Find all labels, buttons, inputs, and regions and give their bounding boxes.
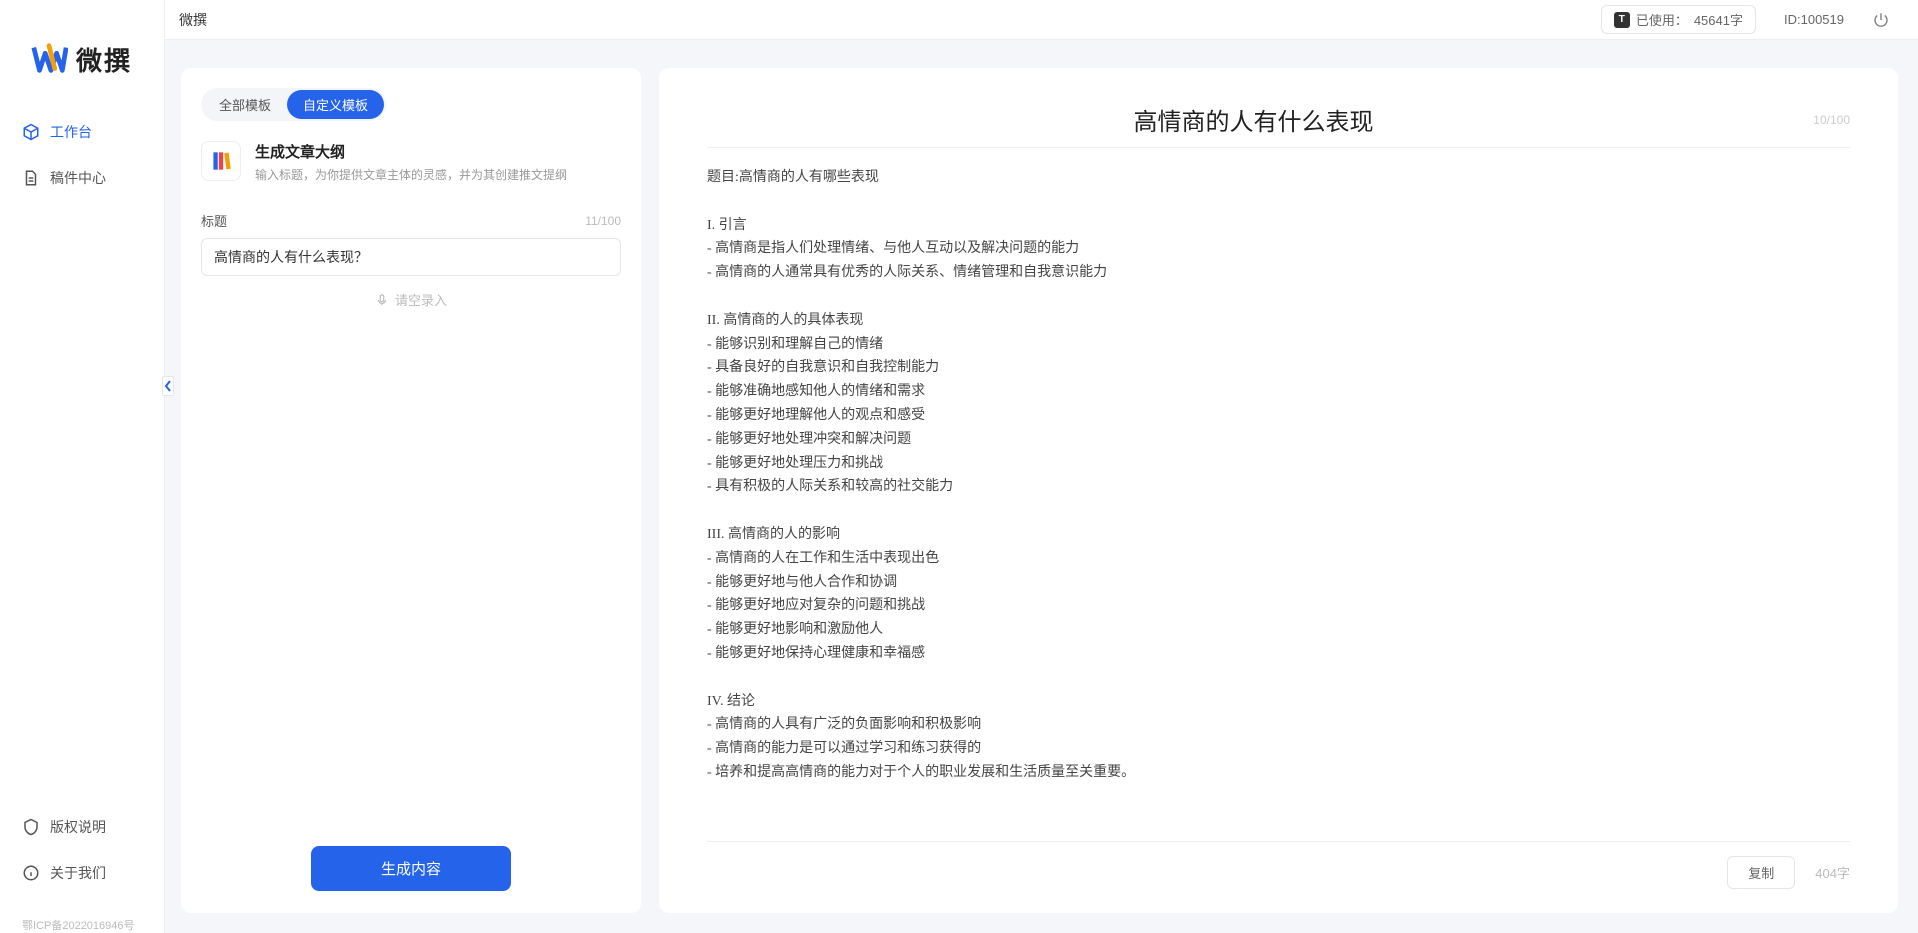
cube-icon <box>22 123 40 141</box>
sidebar-nav: 工作台 稿件中心 <box>0 114 164 206</box>
document-icon <box>22 169 40 187</box>
logo-icon <box>30 40 68 78</box>
input-panel: 全部模板 自定义模板 生成文章大纲 输入标题，为你提供文章主体的灵感，并为其创建… <box>181 68 641 913</box>
shield-icon <box>22 818 40 836</box>
usage-label: 已使用： <box>1636 10 1688 29</box>
sidebar-item-label: 关于我们 <box>50 863 106 883</box>
brand-name: 微撰 <box>76 41 132 78</box>
template-card: 生成文章大纲 输入标题，为你提供文章主体的灵感，并为其创建推文提纲 <box>201 141 621 183</box>
title-char-count: 11/100 <box>585 214 621 228</box>
books-icon <box>201 141 241 181</box>
sidebar-item-label: 工作台 <box>50 122 92 142</box>
sidebar: 微撰 工作台 稿件中心 版权说明 <box>0 0 165 933</box>
output-title: 高情商的人有什么表现 <box>707 102 1800 137</box>
topbar: 微撰 T 已使用： 45641字 ID:100519 <box>165 0 1918 40</box>
sidebar-item-label: 版权说明 <box>50 817 106 837</box>
usage-indicator[interactable]: T 已使用： 45641字 <box>1601 5 1756 34</box>
icp-text: 鄂ICP备2022016946号 <box>0 913 164 933</box>
title-field-label: 标题 <box>201 211 227 230</box>
user-id: ID:100519 <box>1784 12 1844 27</box>
usage-value: 45641字 <box>1694 10 1743 29</box>
sidebar-item-workspace[interactable]: 工作台 <box>22 114 164 150</box>
copy-button[interactable]: 复制 <box>1727 856 1795 889</box>
title-input[interactable] <box>201 238 621 276</box>
text-badge-icon: T <box>1614 12 1630 28</box>
tab-custom-templates[interactable]: 自定义模板 <box>287 90 384 119</box>
template-title: 生成文章大纲 <box>255 141 567 162</box>
tab-all-templates[interactable]: 全部模板 <box>203 90 287 119</box>
info-icon <box>22 864 40 882</box>
sidebar-item-label: 稿件中心 <box>50 168 106 188</box>
template-description: 输入标题，为你提供文章主体的灵感，并为其创建推文提纲 <box>255 166 567 183</box>
sidebar-collapse-button[interactable] <box>162 376 174 396</box>
output-body[interactable]: 题目:高情商的人有哪些表现 I. 引言 - 高情商是指人们处理情绪、与他人互动以… <box>707 166 1850 829</box>
generate-button[interactable]: 生成内容 <box>311 846 511 891</box>
power-icon[interactable] <box>1872 11 1890 29</box>
sidebar-item-drafts[interactable]: 稿件中心 <box>22 160 164 196</box>
page-title: 微撰 <box>179 10 207 30</box>
output-title-counter: 10/100 <box>1800 113 1850 127</box>
microphone-icon <box>375 293 389 307</box>
brand-logo[interactable]: 微撰 <box>0 0 164 114</box>
sidebar-item-copyright[interactable]: 版权说明 <box>22 809 164 845</box>
output-panel: 高情商的人有什么表现 10/100 题目:高情商的人有哪些表现 I. 引言 - … <box>659 68 1898 913</box>
output-word-count: 404字 <box>1815 863 1850 882</box>
voice-hint-text: 请空录入 <box>395 290 447 309</box>
template-tabs: 全部模板 自定义模板 <box>201 88 386 121</box>
chevron-left-icon <box>164 380 172 392</box>
sidebar-bottom: 版权说明 关于我们 <box>0 809 164 913</box>
sidebar-item-about[interactable]: 关于我们 <box>22 855 164 891</box>
voice-input-button[interactable]: 请空录入 <box>201 290 621 309</box>
